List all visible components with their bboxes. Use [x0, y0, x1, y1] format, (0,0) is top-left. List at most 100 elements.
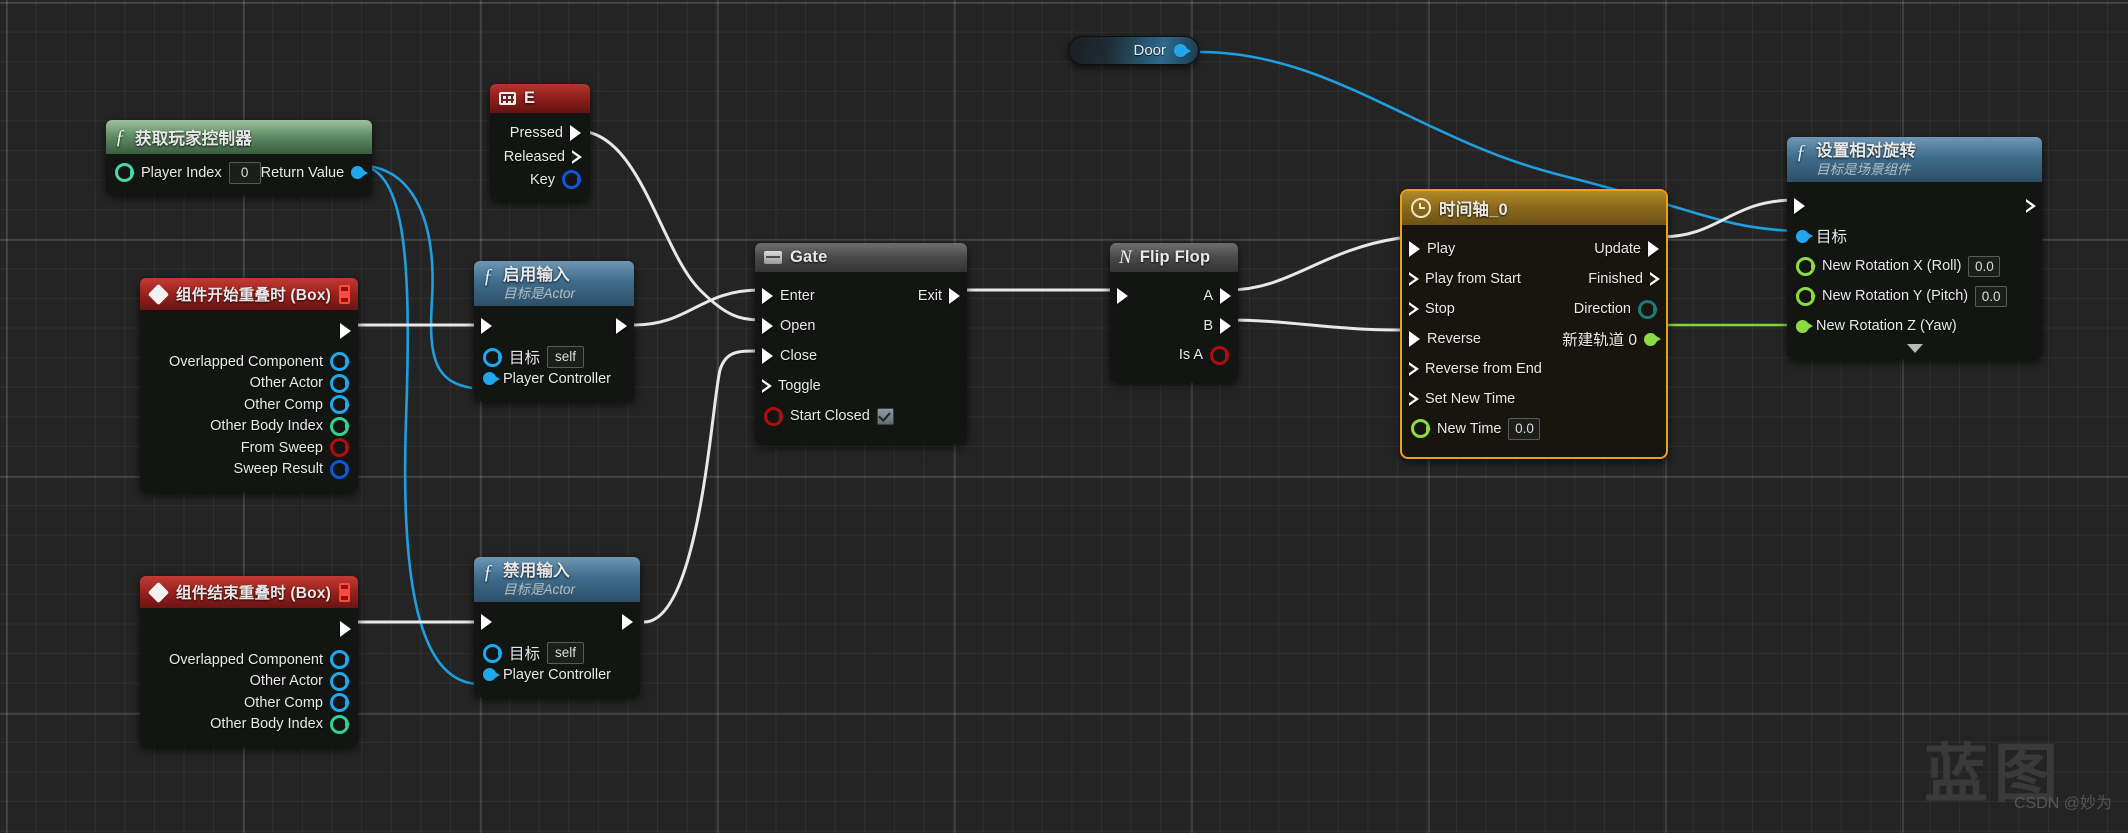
flipflop-icon: N	[1119, 247, 1132, 268]
node-title: 获取玩家控制器	[135, 130, 252, 148]
exit-exec-pin[interactable]	[949, 288, 960, 304]
node-title: 启用输入	[503, 266, 570, 284]
close-exec-pin[interactable]	[762, 348, 773, 364]
finished-exec-pin[interactable]	[1649, 271, 1660, 287]
return-value-pin[interactable]	[351, 166, 365, 180]
from-sweep-pin[interactable]	[330, 438, 349, 458]
b-exec-pin[interactable]	[1220, 318, 1231, 334]
player-index-pin[interactable]	[115, 163, 134, 183]
node-subtitle: 目标是Actor	[503, 581, 576, 597]
pin-row: Stop Direction	[1402, 294, 1666, 324]
door-label: Door	[1133, 42, 1166, 59]
reverse-exec-pin[interactable]	[1409, 331, 1420, 347]
pin-row: 目标 self	[474, 346, 634, 368]
target-self-value[interactable]: self	[547, 346, 585, 368]
target-pin[interactable]	[483, 643, 502, 663]
play-from-start-exec-pin[interactable]	[1408, 271, 1419, 287]
exec-out-pin[interactable]	[2025, 198, 2036, 214]
new-rotation-z-pin[interactable]	[1796, 319, 1809, 333]
node-disable-input[interactable]: ƒ 禁用输入 目标是Actor 目标 self Player Controlle…	[474, 557, 640, 698]
a-exec-pin[interactable]	[1220, 288, 1231, 304]
exec-out-pin[interactable]	[616, 318, 627, 335]
new-rotation-y-input[interactable]: 0.0	[1975, 285, 2008, 308]
exec-out-pin[interactable]	[622, 614, 633, 631]
node-gate[interactable]: Gate Enter Exit Open Close Toggle Start …	[755, 243, 967, 444]
exec-out-pin[interactable]	[340, 323, 351, 339]
object-pin[interactable]	[1174, 44, 1187, 57]
pin-label: Player Index	[141, 164, 222, 181]
direction-pin[interactable]	[1638, 299, 1657, 319]
is-a-pin[interactable]	[1210, 345, 1229, 365]
node-timeline[interactable]: 时间轴_0 Play Update Play from Start Finish…	[1400, 189, 1668, 459]
target-pin[interactable]	[483, 347, 502, 367]
pin-row	[474, 610, 640, 634]
other-actor-pin[interactable]	[330, 373, 349, 393]
open-exec-pin[interactable]	[762, 318, 773, 334]
pin-row: Play from Start Finished	[1402, 264, 1666, 294]
watermark-credit: CSDN @妙为	[2013, 795, 2112, 812]
pressed-exec-pin[interactable]	[570, 125, 581, 141]
node-on-component-end-overlap[interactable]: 组件结束重叠时 (Box) Overlapped Component Other…	[140, 576, 358, 747]
target-self-value[interactable]: self	[547, 642, 585, 664]
function-fx-icon: ƒ	[483, 561, 493, 583]
pin-row: Other Comp	[140, 692, 358, 714]
pin-label: 新建轨道 0	[1562, 332, 1637, 349]
pin-label: Other Comp	[244, 694, 323, 711]
pin-label: Close	[780, 348, 818, 364]
other-comp-pin[interactable]	[330, 395, 349, 415]
expand-caret-icon[interactable]	[1906, 344, 1923, 354]
other-actor-pin[interactable]	[330, 671, 349, 691]
node-enable-input[interactable]: ƒ 启用输入 目标是Actor 目标 self Player Controlle…	[474, 261, 634, 402]
sweep-result-pin[interactable]	[330, 459, 349, 479]
start-closed-checkbox[interactable]	[876, 407, 894, 425]
node-flip-flop[interactable]: N Flip Flop A B Is A	[1110, 243, 1238, 382]
other-body-index-pin[interactable]	[330, 416, 349, 436]
target-pin[interactable]	[1796, 229, 1809, 243]
toggle-exec-pin[interactable]	[761, 378, 772, 394]
new-track-0-pin[interactable]	[1644, 332, 1657, 346]
enter-exec-pin[interactable]	[762, 288, 773, 304]
stop-button-icon[interactable]	[339, 284, 351, 304]
reverse-from-end-exec-pin[interactable]	[1408, 361, 1419, 377]
exec-in-pin[interactable]	[481, 318, 492, 335]
exec-in-pin[interactable]	[481, 614, 492, 631]
other-body-index-pin[interactable]	[330, 714, 349, 734]
player-controller-pin[interactable]	[483, 668, 496, 682]
new-rotation-x-input[interactable]: 0.0	[1968, 255, 2001, 278]
other-comp-pin[interactable]	[330, 693, 349, 713]
node-set-relative-rotation[interactable]: ƒ 设置相对旋转 目标是场景组件 目标 New Rotation X (Roll…	[1787, 137, 2042, 360]
gate-icon	[764, 251, 782, 264]
pin-label: Player Controller	[503, 370, 611, 387]
node-on-component-begin-overlap[interactable]: 组件开始重叠时 (Box) Overlapped Component Other…	[140, 278, 358, 492]
new-time-input[interactable]: 0.0	[1508, 418, 1541, 440]
pin-row: Overlapped Component	[140, 351, 358, 373]
player-controller-pin[interactable]	[483, 372, 496, 386]
function-fx-icon: ƒ	[483, 265, 493, 287]
pin-label: Enter	[780, 288, 815, 304]
key-struct-pin[interactable]	[562, 170, 581, 190]
node-header: E	[490, 84, 590, 113]
update-exec-pin[interactable]	[1648, 241, 1659, 257]
play-exec-pin[interactable]	[1409, 241, 1420, 257]
released-exec-pin[interactable]	[571, 149, 582, 165]
start-closed-pin[interactable]	[764, 406, 783, 426]
overlapped-component-pin[interactable]	[330, 650, 349, 670]
node-key-event-e[interactable]: E Pressed Released Key	[490, 84, 590, 201]
new-rotation-y-pin[interactable]	[1796, 286, 1815, 306]
exec-in-pin[interactable]	[1117, 288, 1128, 304]
new-time-pin[interactable]	[1411, 419, 1430, 439]
pin-label: Is A	[1178, 347, 1203, 363]
pin-label: 目标	[509, 350, 541, 368]
stop-button-icon[interactable]	[339, 582, 351, 602]
exec-out-pin[interactable]	[340, 621, 351, 637]
new-rotation-x-pin[interactable]	[1796, 256, 1815, 276]
set-new-time-exec-pin[interactable]	[1408, 391, 1419, 407]
exec-in-pin[interactable]	[1794, 198, 1805, 215]
blueprint-graph-canvas[interactable]: Door ƒ 获取玩家控制器 Player Index 0 Return Val…	[0, 0, 2128, 833]
pin-label: Other Body Index	[210, 716, 323, 733]
overlapped-component-pin[interactable]	[330, 352, 349, 372]
variable-get-door[interactable]: Door	[1068, 36, 1199, 65]
player-index-input[interactable]: 0	[228, 161, 261, 184]
node-get-player-controller[interactable]: ƒ 获取玩家控制器 Player Index 0 Return Value	[106, 120, 372, 195]
stop-exec-pin[interactable]	[1408, 301, 1419, 317]
